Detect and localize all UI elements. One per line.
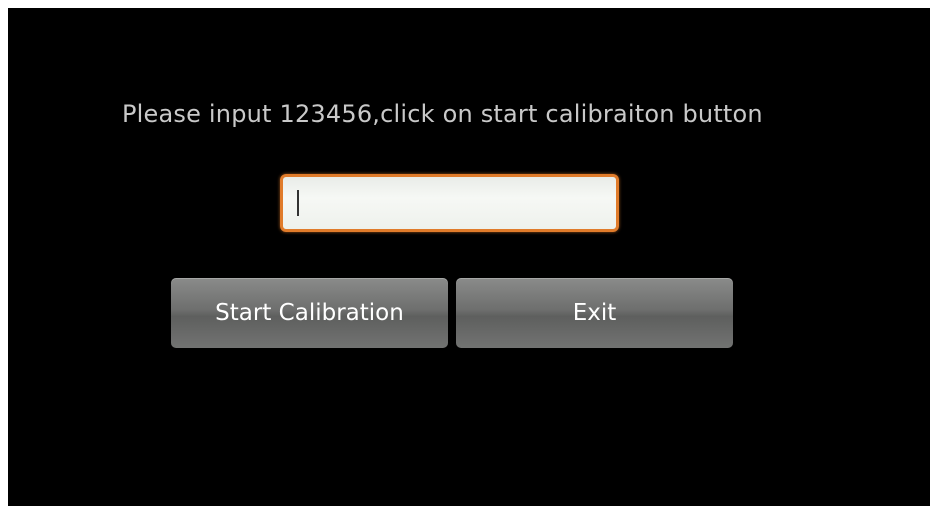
exit-label: Exit	[572, 300, 617, 326]
text-caret	[297, 190, 299, 216]
instruction-text: Please input 123456,click on start calib…	[122, 100, 763, 128]
start-calibration-label: Start Calibration	[215, 300, 404, 326]
code-input-container[interactable]	[280, 174, 619, 232]
start-calibration-button[interactable]: Start Calibration	[171, 278, 448, 348]
code-input[interactable]	[283, 177, 616, 229]
exit-button[interactable]: Exit	[456, 278, 733, 348]
calibration-screen: Please input 123456,click on start calib…	[8, 8, 930, 506]
